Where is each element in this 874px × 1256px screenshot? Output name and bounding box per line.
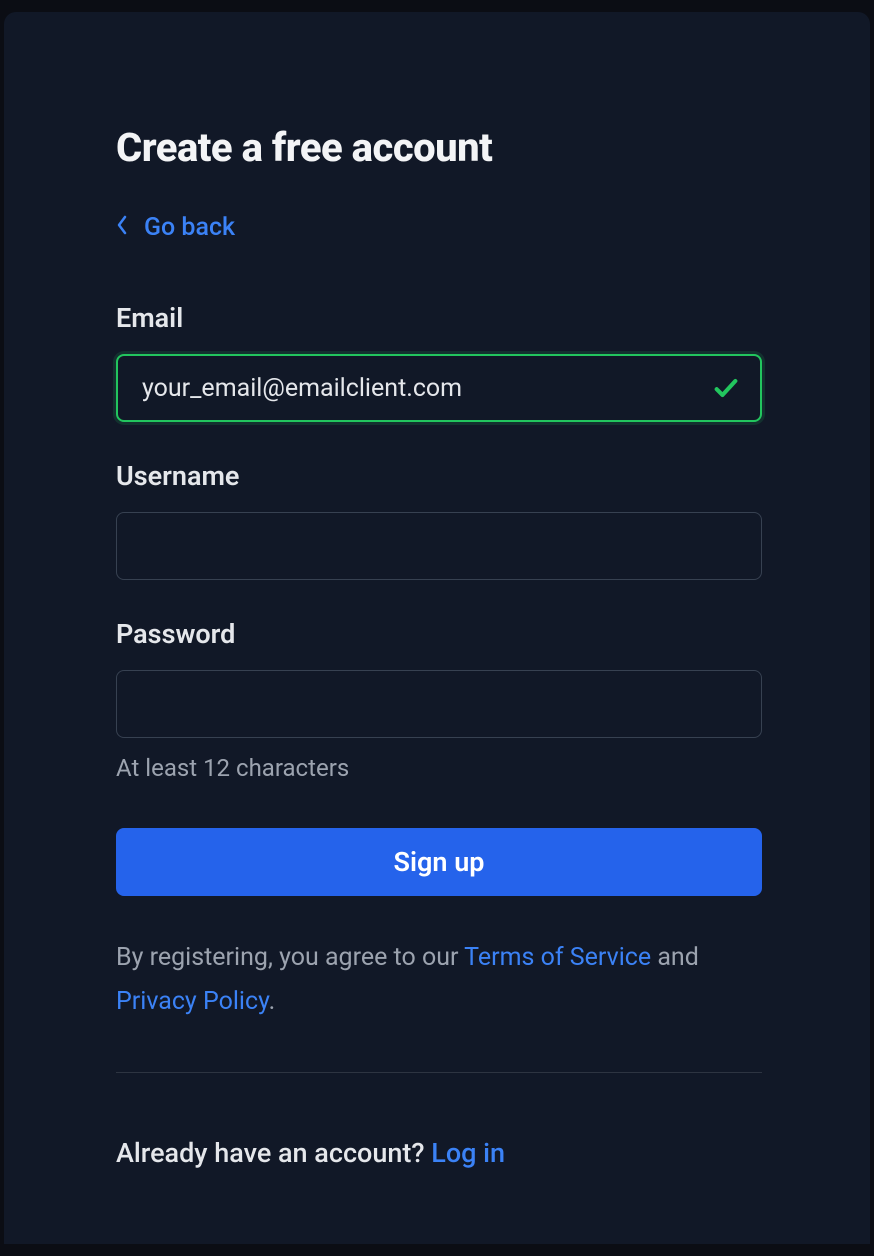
email-field-group: Email	[116, 302, 762, 422]
divider	[116, 1072, 762, 1073]
email-label: Email	[116, 302, 762, 334]
username-field-group: Username	[116, 460, 762, 580]
password-input-wrapper	[116, 670, 762, 738]
go-back-label: Go back	[144, 213, 235, 242]
password-hint: At least 12 characters	[116, 754, 762, 782]
username-label: Username	[116, 460, 762, 492]
email-input-wrapper	[116, 354, 762, 422]
login-link[interactable]: Log in	[431, 1137, 505, 1169]
checkmark-icon	[712, 374, 740, 402]
terms-of-service-link[interactable]: Terms of Service	[464, 943, 651, 972]
legal-suffix: .	[269, 987, 276, 1016]
privacy-policy-link[interactable]: Privacy Policy	[116, 987, 269, 1016]
password-input[interactable]	[116, 670, 762, 738]
legal-middle: and	[651, 943, 699, 972]
password-field-group: Password At least 12 characters	[116, 618, 762, 782]
signup-button[interactable]: Sign up	[116, 828, 762, 896]
login-prompt: Already have an account? Log in	[116, 1137, 762, 1169]
go-back-link[interactable]: Go back	[116, 213, 235, 242]
legal-text: By registering, you agree to our Terms o…	[116, 936, 762, 1024]
username-input-wrapper	[116, 512, 762, 580]
email-input[interactable]	[116, 354, 762, 422]
legal-prefix: By registering, you agree to our	[116, 943, 464, 972]
password-label: Password	[116, 618, 762, 650]
signup-card: Create a free account Go back Email User…	[4, 12, 870, 1244]
chevron-left-icon	[116, 213, 128, 242]
username-input[interactable]	[116, 512, 762, 580]
login-prompt-text: Already have an account?	[116, 1137, 431, 1169]
page-title: Create a free account	[116, 124, 762, 171]
